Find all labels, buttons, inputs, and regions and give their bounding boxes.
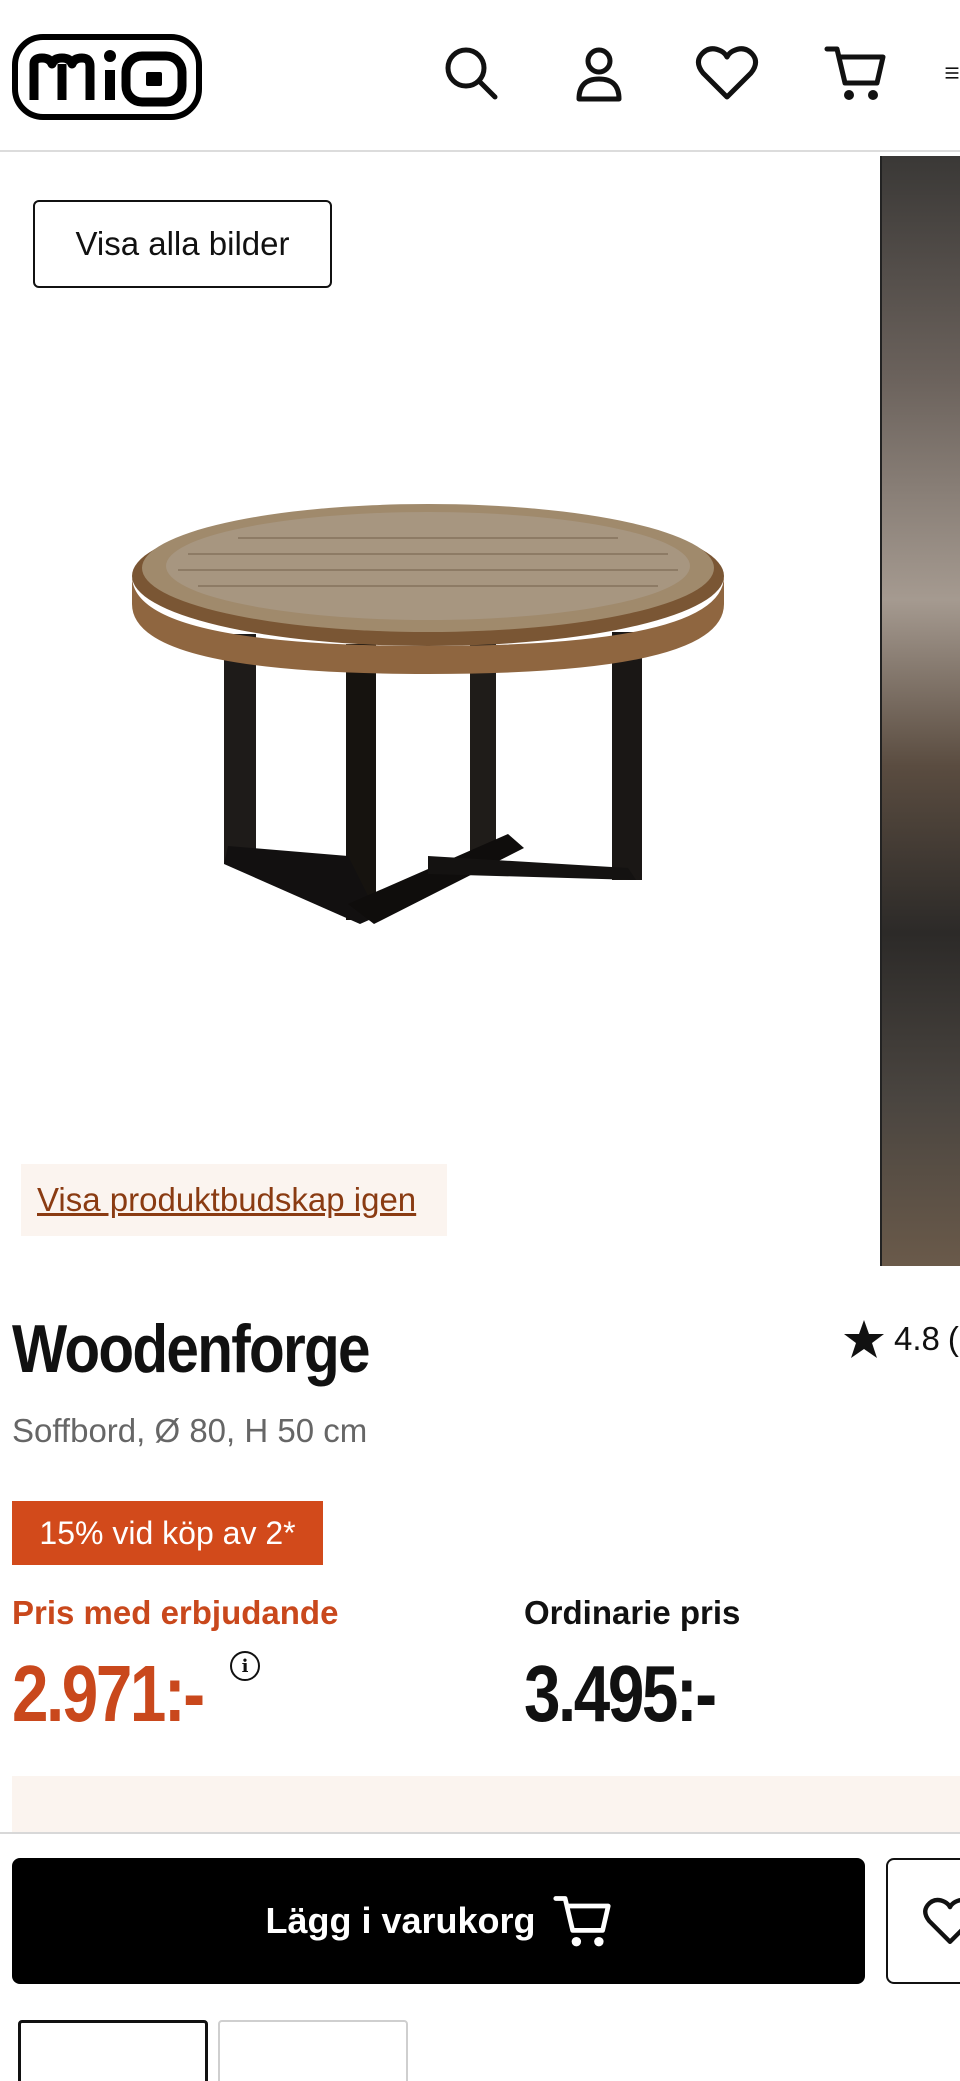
delivery-info-strip bbox=[12, 1776, 960, 1832]
site-header bbox=[0, 0, 960, 152]
info-icon[interactable]: i bbox=[230, 1651, 260, 1681]
search-icon[interactable] bbox=[436, 38, 506, 108]
star-icon bbox=[844, 1320, 884, 1358]
variant-thumbnail[interactable] bbox=[218, 2020, 408, 2081]
regular-price: 3.495:- bbox=[524, 1649, 717, 1738]
show-all-images-button[interactable]: Visa alla bilder bbox=[33, 200, 332, 288]
product-gallery[interactable]: Visa alla bilder Visa produktbudskap ige… bbox=[0, 154, 960, 1269]
add-to-cart-label: Lägg i varukorg bbox=[265, 1900, 536, 1941]
product-rating[interactable]: 4.8 ( bbox=[842, 1318, 959, 1360]
add-to-wishlist-button[interactable] bbox=[886, 1858, 960, 1984]
product-subtitle: Soffbord, Ø 80, H 50 cm bbox=[12, 1412, 368, 1449]
rating-value: 4.8 bbox=[894, 1320, 940, 1357]
add-to-cart-button[interactable]: Lägg i varukorg bbox=[12, 1858, 865, 1984]
regular-price-label: Ordinarie pris bbox=[524, 1594, 741, 1631]
menu-icon[interactable] bbox=[944, 38, 960, 108]
product-image[interactable] bbox=[128, 484, 728, 1119]
promo-badge: 15% vid köp av 2* bbox=[12, 1501, 323, 1565]
cart-icon bbox=[552, 1896, 611, 1947]
cart-icon[interactable] bbox=[820, 38, 890, 108]
offer-price: 2.971:- bbox=[12, 1649, 205, 1738]
rating-count-open: ( bbox=[947, 1320, 959, 1357]
mio-logo[interactable] bbox=[12, 34, 202, 120]
variant-thumbnail-selected[interactable] bbox=[18, 2020, 208, 2081]
heart-icon bbox=[923, 1897, 960, 1944]
sticky-purchase-bar: Lägg i varukorg bbox=[0, 1832, 960, 2081]
offer-price-label: Pris med erbjudande bbox=[12, 1594, 339, 1631]
heart-icon[interactable] bbox=[692, 38, 762, 108]
show-product-message-link[interactable]: Visa produktbudskap igen bbox=[21, 1164, 447, 1236]
user-icon[interactable] bbox=[564, 38, 634, 108]
next-product-image[interactable] bbox=[880, 156, 960, 1266]
product-title: Woodenforge bbox=[12, 1311, 371, 1387]
